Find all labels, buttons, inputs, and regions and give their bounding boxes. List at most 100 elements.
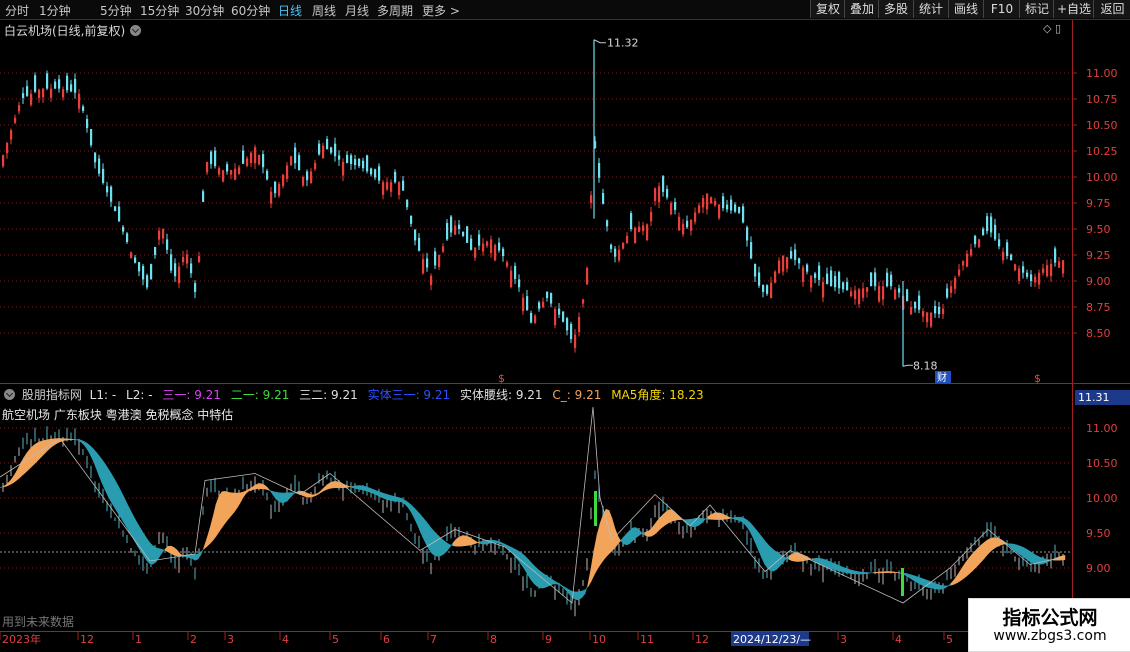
candle-body (642, 226, 644, 232)
indicator-solid31: 实体三一: 9.21 (368, 388, 451, 402)
candle-body (26, 86, 28, 96)
candle-body (14, 118, 16, 123)
stock-title[interactable]: 白云机场(日线,前复权) (4, 22, 141, 39)
candle-body (1006, 242, 1008, 256)
ribbon-segment (1062, 555, 1065, 560)
candle-body (958, 270, 960, 276)
ribbon-segment (969, 554, 972, 574)
chevron-down-icon[interactable] (4, 389, 15, 400)
price-axis-label: 10.50 (1086, 119, 1118, 132)
candle-body (222, 170, 224, 181)
ribbon-segment (6, 482, 9, 486)
ribbon-segment (564, 587, 567, 592)
candle-body (758, 273, 760, 286)
ribbon-segment (399, 498, 402, 503)
ribbon-segment (789, 554, 792, 561)
ribbon-segment (117, 484, 120, 517)
candle-body (962, 261, 964, 265)
price-axis-label: 9.25 (1086, 249, 1111, 262)
candle-body (1046, 265, 1048, 276)
candle-body (822, 282, 824, 297)
ribbon-segment (1029, 551, 1032, 563)
candle-body (558, 309, 560, 315)
indicator-header: 股朋指标网 L1: - L2: - 三一: 9.21 二一: 9.21 三二: … (4, 386, 710, 403)
ribbon-segment (1038, 556, 1041, 564)
ribbon-segment (336, 481, 339, 488)
candle-body (866, 287, 868, 292)
ribbon-segment (366, 487, 369, 492)
candle-body (402, 181, 404, 191)
indicator-axis-label: 9.50 (1086, 527, 1111, 540)
candle-body (934, 306, 936, 313)
ribbon-segment (267, 487, 270, 491)
candle-body (754, 264, 756, 277)
ribbon-segment (669, 510, 672, 523)
candle-body (434, 251, 436, 265)
ribbon-segment (120, 489, 123, 521)
ribbon-segment (963, 562, 966, 579)
indicator-name[interactable]: 股朋指标网 (22, 388, 82, 402)
ribbon-segment (195, 554, 198, 561)
ribbon-segment (657, 518, 660, 533)
ribbon-segment (24, 453, 27, 474)
ribbon-segment (276, 492, 279, 501)
candle-body (442, 246, 444, 251)
indicator-l1: L1: - (90, 388, 117, 402)
ribbon-segment (993, 538, 996, 550)
high-pointer (594, 40, 606, 43)
ribbon-segment (468, 537, 471, 546)
ribbon-segment (906, 573, 909, 577)
candle-body (114, 206, 116, 211)
candle-body (690, 220, 692, 231)
ribbon-segment (867, 573, 870, 574)
ribbon-segment (477, 542, 480, 544)
candle-body (546, 292, 548, 298)
candle-body (34, 75, 36, 91)
ribbon-segment (735, 517, 738, 520)
candle-body (270, 192, 272, 204)
window-controls[interactable]: ◇ ▯ (1043, 22, 1061, 35)
ribbon-segment (270, 490, 273, 495)
indicator-axis-label: 10.00 (1086, 492, 1118, 505)
candle-body (158, 231, 160, 240)
ribbon-segment (441, 538, 444, 556)
watermark-url: www.zbgs3.com (969, 628, 1130, 644)
ribbon-segment (444, 541, 447, 554)
ribbon-segment (99, 456, 102, 483)
ribbon-segment (615, 529, 618, 548)
ribbon-segment (21, 457, 24, 476)
kline-chart[interactable]: 11.0010.7510.5010.2510.009.759.509.259.0… (0, 0, 1130, 650)
candle-body (154, 247, 156, 255)
ribbon-segment (222, 491, 225, 527)
candle-body (478, 234, 480, 245)
ribbon-segment (291, 493, 294, 497)
ribbon-segment (123, 495, 126, 526)
candle-body (254, 147, 256, 163)
candle-body (406, 199, 408, 207)
candle-body (602, 193, 604, 204)
candle-body (826, 274, 828, 285)
price-axis-label: 8.50 (1086, 327, 1111, 340)
ribbon-segment (0, 487, 3, 488)
candle-body (666, 189, 668, 197)
candle-body (498, 243, 500, 251)
ribbon-segment (912, 575, 915, 581)
candle-body (458, 225, 460, 229)
time-axis-label: 4 (895, 633, 902, 646)
ribbon-segment (948, 583, 951, 586)
candle-body (42, 89, 44, 98)
ribbon-segment (348, 486, 351, 487)
ribbon-segment (402, 499, 405, 505)
ribbon-segment (666, 510, 669, 525)
candle-body (46, 73, 48, 88)
indicator-axis-label: 9.00 (1086, 562, 1111, 575)
concept-tags: 航空机场 广东板块 粤港澳 免税概念 中特估 (2, 406, 233, 423)
candle-body (1014, 264, 1016, 270)
chevron-down-icon[interactable] (130, 25, 141, 36)
candle-body (706, 194, 708, 210)
ribbon-segment (915, 576, 918, 583)
candle-body (878, 286, 880, 301)
candle-body (626, 236, 628, 244)
ribbon-segment (759, 533, 762, 558)
candle-body (1018, 269, 1020, 281)
